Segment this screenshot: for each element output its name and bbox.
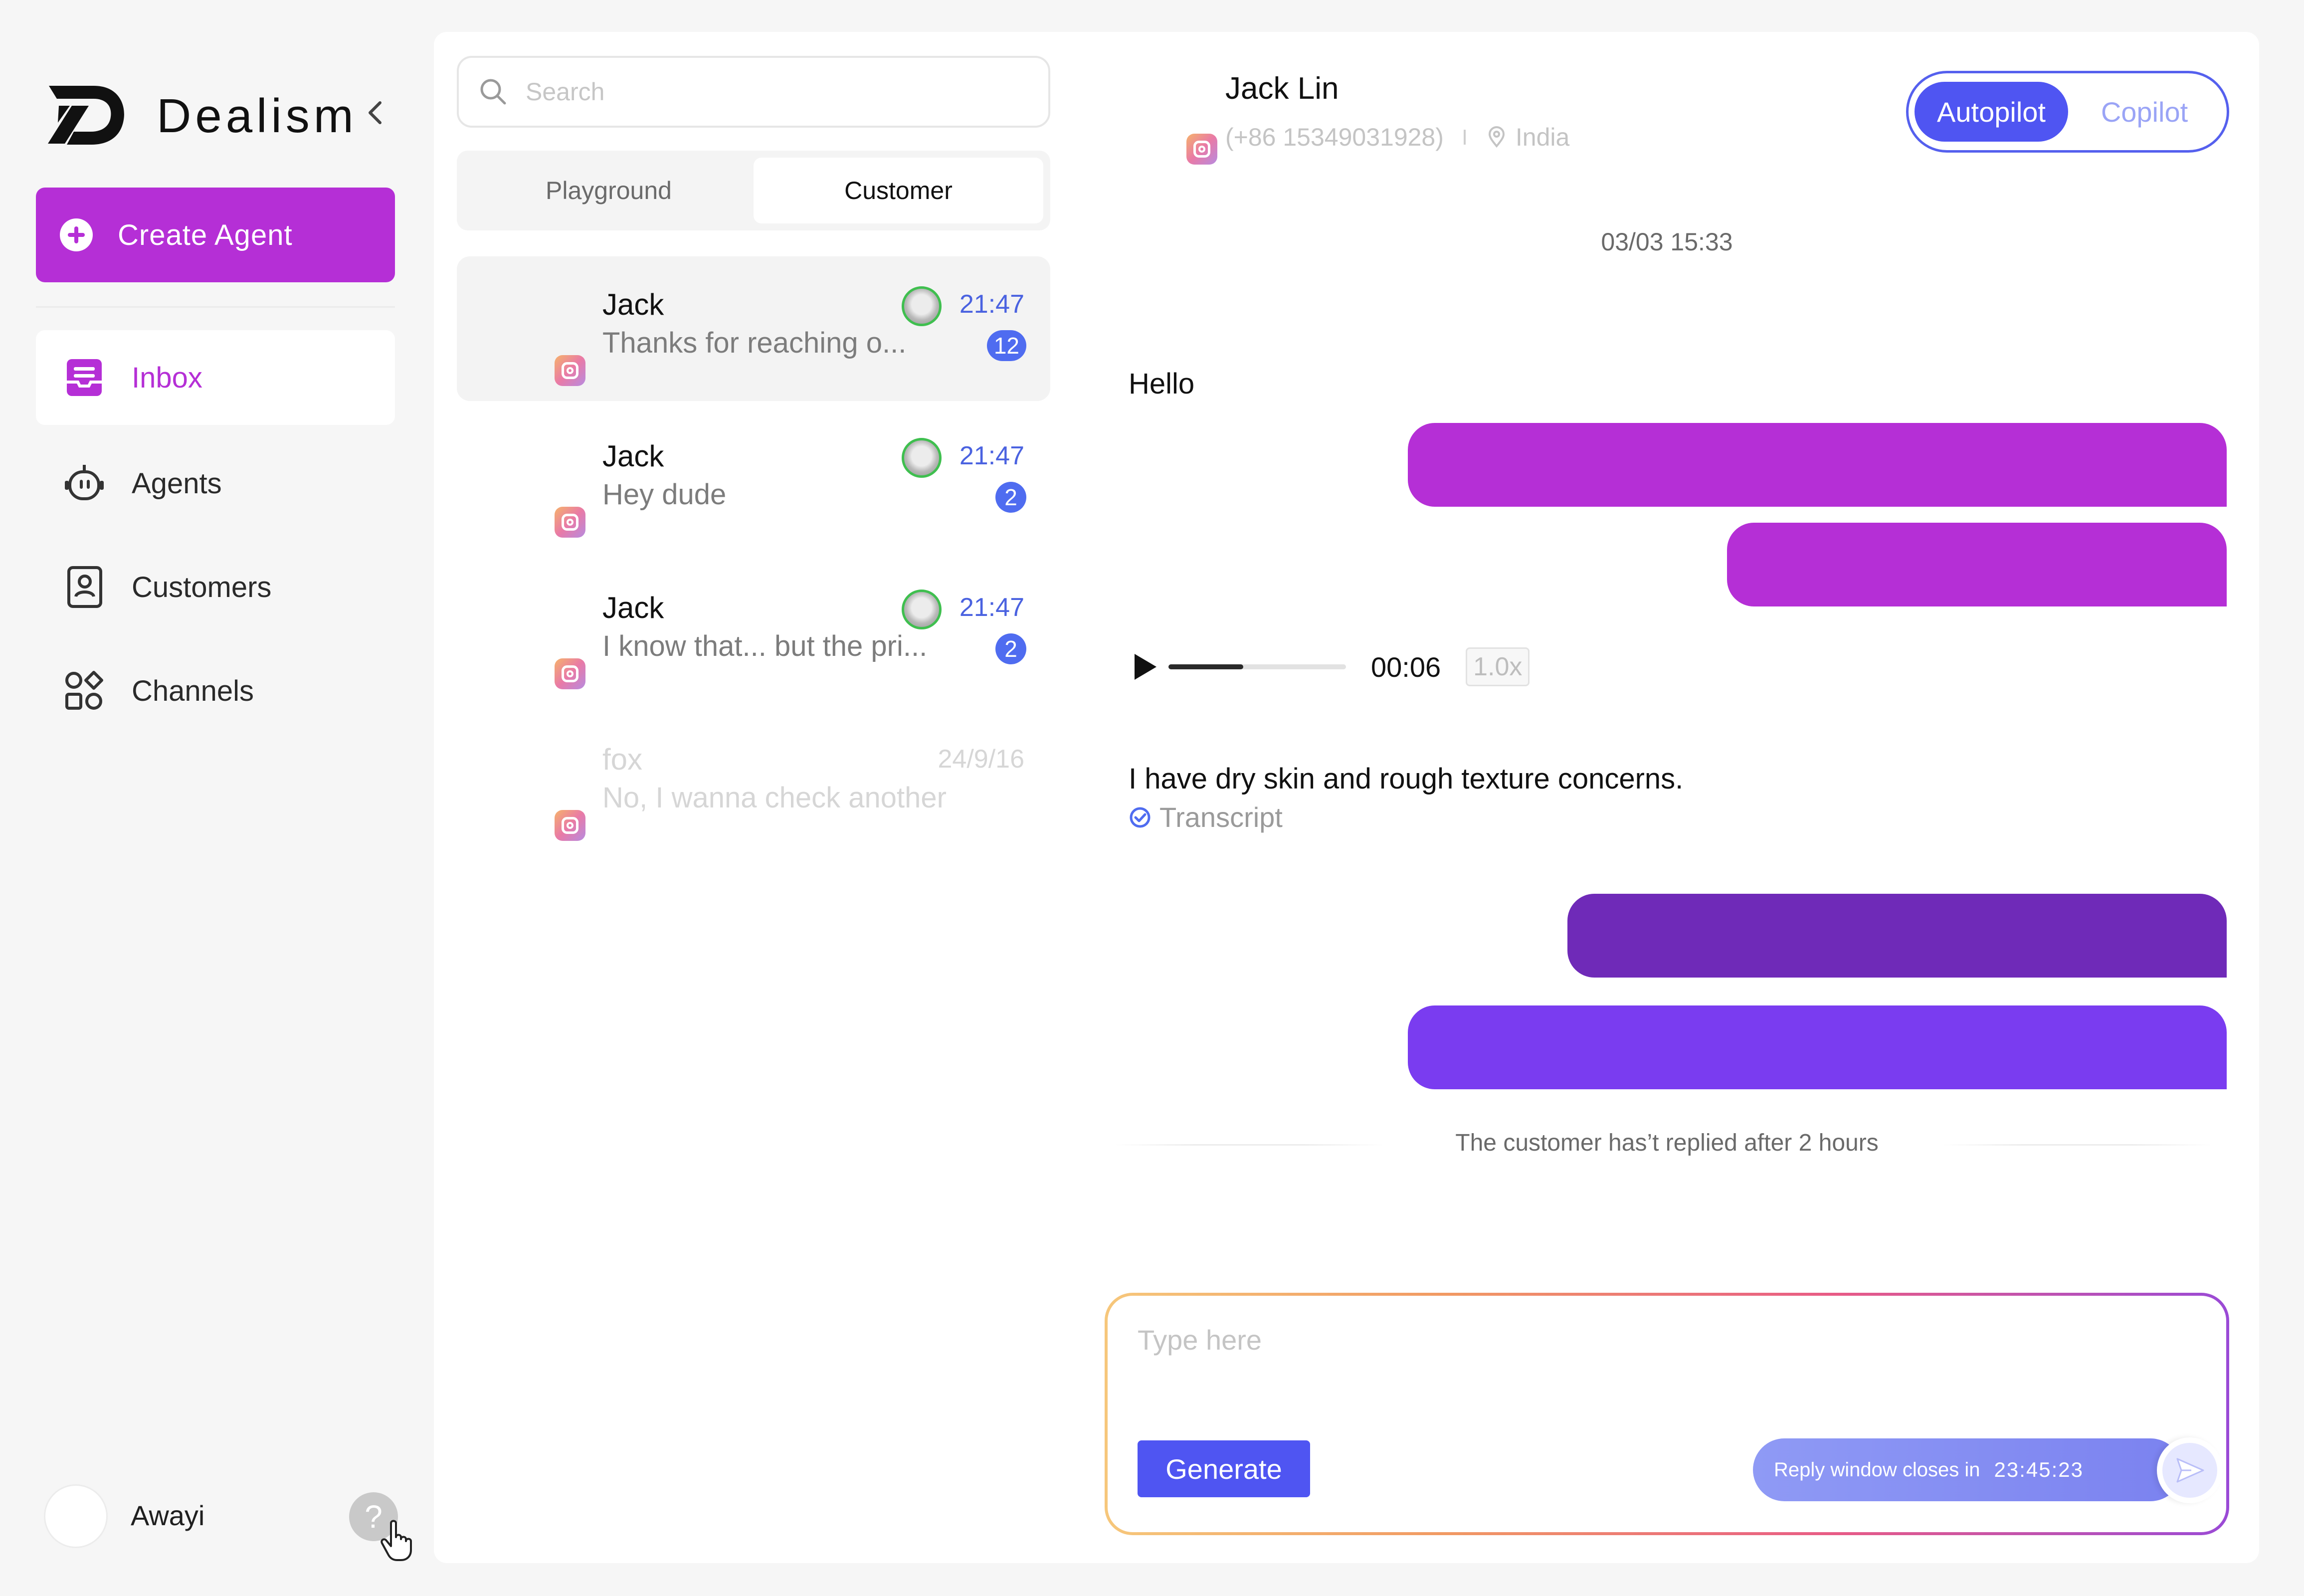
sidebar-item-label: Inbox [132, 361, 202, 394]
autopilot-button[interactable]: Autopilot [1915, 82, 2068, 142]
outgoing-message-bubble [1727, 523, 2227, 606]
sidebar-item-label: Agents [132, 467, 222, 500]
dealism-logo-icon [48, 86, 124, 145]
audio-progress[interactable] [1168, 664, 1346, 669]
conversation-time: 24/9/16 [938, 745, 1025, 774]
conversation-item[interactable]: Jack Hey dude 21:47 2 [457, 408, 1050, 553]
create-agent-label: Create Agent [118, 218, 293, 251]
message-input[interactable] [1138, 1324, 2085, 1384]
transcript-label: Transcript [1159, 801, 1283, 833]
conversation-name: fox [602, 743, 643, 776]
sidebar-item-label: Customers [132, 571, 272, 603]
instagram-icon [1186, 134, 1217, 165]
conversation-item[interactable]: fox No, I wanna check another 24/9/16 [457, 711, 1050, 856]
search-icon [480, 79, 506, 105]
tab-customer[interactable]: Customer [754, 158, 1043, 223]
instagram-icon [555, 507, 585, 538]
reply-window-countdown: 23:45:23 [1994, 1458, 2084, 1481]
contact-name: Jack Lin [1225, 71, 1339, 106]
outgoing-message-bubble [1567, 894, 2227, 978]
audio-duration: 00:06 [1371, 651, 1441, 683]
reply-window-label: Reply window closes in [1774, 1458, 1980, 1481]
audio-progress-fill [1168, 664, 1243, 669]
agent-avatar-icon [902, 286, 942, 326]
avatar[interactable] [44, 1484, 108, 1548]
create-agent-button[interactable]: Create Agent [36, 188, 395, 282]
transcript-toggle[interactable]: Transcript [1129, 801, 1283, 833]
brand-name: Dealism [157, 89, 358, 143]
chat-panel: Jack Lin (+86 15349031928) India Autopil… [1075, 32, 2259, 1563]
conversation-preview: I know that... but the pri... [602, 630, 928, 662]
reply-window-timer: Reply window closes in 23:45:23 [1753, 1438, 2182, 1501]
unread-badge: 12 [986, 330, 1026, 361]
conversation-name: Jack [602, 288, 664, 321]
incoming-message: I have dry skin and rough texture concer… [1129, 763, 1684, 795]
outgoing-message-bubble [1408, 423, 2227, 507]
hand-cursor-icon [381, 1520, 412, 1561]
meta-divider [1463, 130, 1466, 145]
contact-phone: (+86 15349031928) [1225, 123, 1444, 151]
contact-meta: (+86 15349031928) India [1225, 123, 1569, 152]
agent-avatar-icon [902, 590, 942, 629]
instagram-icon [555, 658, 585, 689]
check-circle-icon [1130, 807, 1151, 827]
instagram-icon [555, 810, 585, 841]
outgoing-message-bubble [1408, 1005, 2227, 1089]
contact-location: India [1515, 123, 1570, 151]
sidebar-item-agents[interactable]: Agents [36, 436, 395, 531]
conversation-name: Jack [602, 591, 664, 624]
sidebar-item-channels[interactable]: Channels [36, 643, 395, 738]
plus-circle-icon [60, 218, 93, 251]
agent-avatar-icon [902, 438, 942, 478]
send-icon [2176, 1458, 2204, 1483]
copilot-button[interactable]: Copilot [2068, 82, 2221, 142]
conversation-time: 21:47 [959, 290, 1024, 319]
unread-badge: 2 [995, 633, 1026, 664]
user-name: Awayi [131, 1500, 205, 1531]
conversation-item[interactable]: Jack Thanks for reaching o... 21:47 12 [457, 256, 1050, 401]
audio-message: 00:06 1.0x [1135, 647, 1530, 686]
conversation-preview: Thanks for reaching o... [602, 327, 907, 359]
contact-book-icon [62, 565, 107, 609]
sidebar-divider [36, 306, 395, 308]
tab-playground[interactable]: Playground [464, 158, 754, 223]
conversation-list-panel: Playground Customer Jack Thanks for reac… [434, 32, 1075, 1563]
instagram-icon [555, 355, 585, 386]
conversation-name: Jack [602, 439, 664, 473]
robot-icon [62, 461, 107, 506]
sidebar: Dealism Create Agent Inbox Agents Custom… [0, 0, 434, 1596]
send-button[interactable] [2157, 1437, 2223, 1503]
unread-badge: 2 [995, 482, 1026, 513]
mode-toggle: Autopilot Copilot [1906, 71, 2229, 153]
playback-speed-button[interactable]: 1.0x [1466, 647, 1530, 686]
inbox-icon [62, 355, 107, 400]
generate-button[interactable]: Generate [1138, 1440, 1310, 1497]
play-icon[interactable] [1135, 654, 1156, 680]
conversation-time: 21:47 [959, 593, 1024, 622]
incoming-message: Hello [1129, 368, 1195, 400]
conversation-preview: Hey dude [602, 478, 727, 511]
inbox-tabs: Playground Customer [457, 151, 1050, 230]
search-input[interactable] [526, 77, 1024, 106]
sidebar-item-label: Channels [132, 674, 254, 707]
sidebar-item-customers[interactable]: Customers [36, 540, 395, 634]
conversation-time: 21:47 [959, 441, 1024, 470]
collapse-chevron-icon[interactable] [363, 98, 387, 128]
no-reply-notice: The customer has’t replied after 2 hours [1455, 1130, 1879, 1156]
search-box[interactable] [457, 56, 1050, 128]
message-composer: Generate Reply window closes in 23:45:23 [1105, 1293, 2229, 1535]
location-pin-icon [1488, 126, 1505, 148]
sidebar-item-inbox[interactable]: Inbox [36, 330, 395, 425]
channels-icon [62, 668, 107, 713]
conversation-item[interactable]: Jack I know that... but the pri... 21:47… [457, 560, 1050, 704]
conversation-preview: No, I wanna check another [602, 782, 947, 814]
date-separator: 03/03 15:33 [1601, 228, 1733, 256]
